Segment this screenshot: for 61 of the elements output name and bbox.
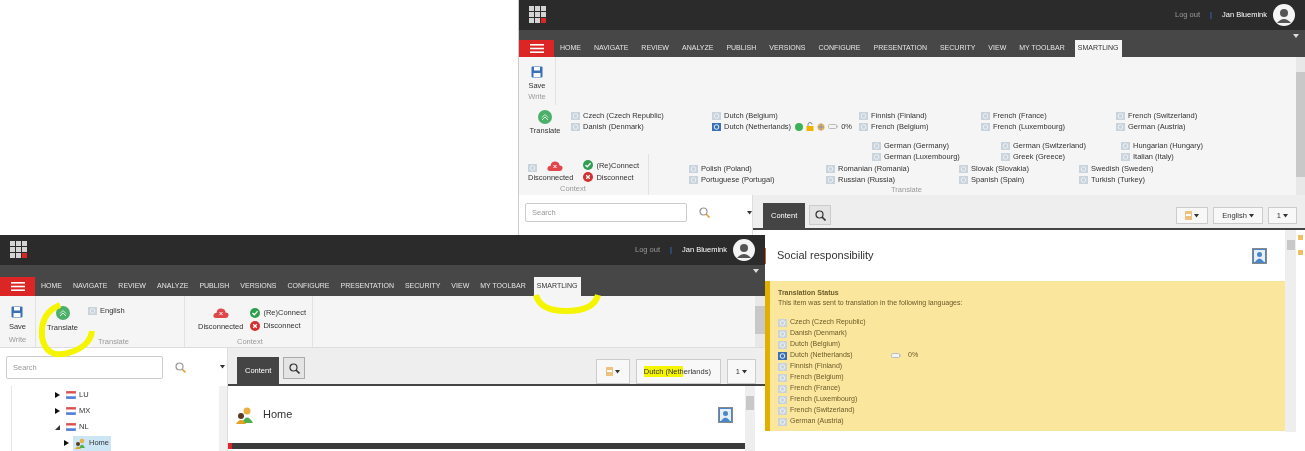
scrollbar[interactable] [219, 386, 227, 451]
caret-icon [1248, 213, 1254, 218]
flag-icon [66, 423, 76, 431]
collapsed-arrow-icon[interactable] [64, 440, 69, 446]
translate-icon [55, 306, 70, 320]
collapsed-arrow-icon[interactable] [55, 392, 60, 398]
caret-icon [742, 369, 747, 374]
cloud-error-icon [547, 160, 563, 172]
search-button[interactable] [283, 357, 306, 379]
expanded-arrow-icon[interactable] [55, 424, 60, 430]
people-icon [236, 405, 254, 424]
battery-icon [891, 353, 901, 358]
scrollbar[interactable] [745, 386, 755, 451]
save-icon [531, 66, 543, 78]
pages-icon [605, 367, 613, 376]
search-button[interactable] [809, 205, 832, 225]
highlight-scribble [532, 291, 602, 315]
caret-icon [747, 211, 752, 215]
cloud-error-icon [212, 307, 229, 319]
check-circle-icon [795, 122, 804, 131]
scrollbar[interactable] [1296, 57, 1305, 195]
language-icon [528, 164, 537, 172]
language-icon [88, 306, 97, 315]
flag-icon [66, 391, 76, 399]
search-icon[interactable] [814, 209, 826, 221]
globe-icon [817, 122, 826, 131]
scrollbar[interactable] [755, 296, 765, 347]
logo-icon [529, 6, 547, 24]
marker-icon [1298, 250, 1303, 255]
item-title: Social responsibility [777, 248, 874, 264]
check-icon [250, 307, 261, 318]
menu-button[interactable] [0, 277, 35, 296]
dropdown-icon[interactable] [753, 269, 759, 274]
caret-icon [614, 369, 620, 374]
scrollbar[interactable] [1285, 230, 1296, 432]
lock-icon [806, 122, 815, 131]
check-icon [583, 160, 594, 170]
battery-icon [828, 124, 839, 129]
user-icon[interactable] [1252, 247, 1267, 264]
marker-icon [1298, 235, 1303, 240]
menu-icon [10, 282, 25, 291]
user-icon[interactable] [718, 406, 733, 423]
menu-button[interactable] [519, 40, 554, 57]
error-icon [250, 320, 261, 331]
people-icon [75, 437, 86, 449]
avatar-icon[interactable] [1273, 4, 1295, 26]
caret-icon [220, 365, 225, 369]
logo-icon [10, 241, 28, 259]
save-icon [11, 306, 24, 318]
menu-icon [529, 44, 544, 53]
caret-icon [1283, 213, 1288, 218]
error-icon [583, 172, 594, 182]
avatar-icon[interactable] [733, 239, 755, 261]
item-title: Home [263, 407, 293, 423]
search-icon[interactable] [288, 362, 300, 374]
flag-icon [66, 407, 76, 415]
dropdown-icon[interactable] [1293, 34, 1299, 39]
translate-icon [538, 110, 552, 124]
collapsed-arrow-icon[interactable] [55, 408, 60, 414]
pages-icon [1185, 211, 1193, 220]
caret-icon [1194, 213, 1200, 218]
